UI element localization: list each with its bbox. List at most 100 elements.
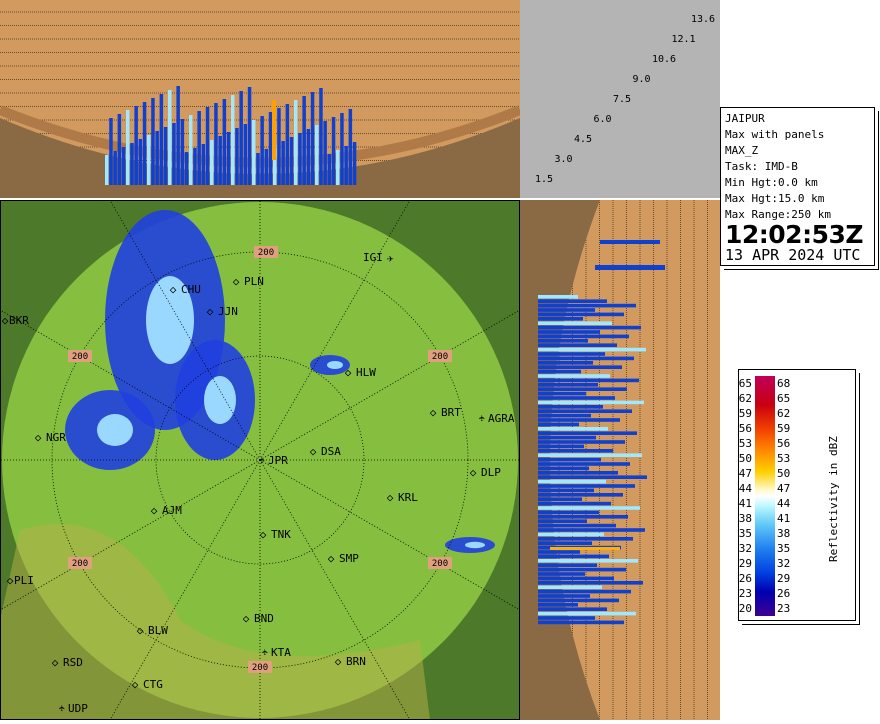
echo-column [315,125,319,185]
city-label[interactable]: UDP [68,702,88,715]
city-label[interactable]: SMP [339,552,359,565]
city-label[interactable]: BLW [148,624,168,637]
height-label: 13.6 [691,14,716,25]
product-code: MAX_Z [725,144,759,157]
legend-value-left: 44 [738,482,752,495]
echo-column [126,110,130,185]
echo-column [344,146,348,185]
echo-column [285,104,290,185]
city-label[interactable]: BKR [9,314,29,327]
echo-column [226,132,231,185]
range-label: 200 [258,248,274,258]
city-marker-icon: ◇ [207,305,214,318]
echo-row [538,603,578,607]
legend-value-right: 41 [777,512,791,525]
echo-row [538,400,644,405]
echo-column [205,107,210,185]
echo-row [538,431,637,435]
city-label[interactable]: DSA [321,445,341,458]
height-label: 4.5 [574,134,593,145]
city-label[interactable]: PLN [244,275,264,288]
legend-value-right: 26 [777,587,791,600]
echo-row [538,479,606,484]
city-label[interactable]: HLW [356,366,376,379]
city-label[interactable]: KTA [271,646,291,659]
echo-column [168,90,172,185]
echo-row [538,471,618,475]
city-label[interactable]: JPR [268,454,288,467]
echo-column [142,102,147,185]
echo-column [252,120,256,185]
city-label[interactable]: CHU [181,283,201,296]
precipitation-echo-core [204,376,236,424]
echo-column [222,99,227,185]
echo-row [538,312,624,317]
max-height: Max Hgt:15.0 km [725,192,825,205]
city-marker-icon: ◇ [151,504,158,517]
legend-value-left: 26 [738,572,752,585]
city-label[interactable]: BRT [441,406,461,419]
legend-value-left: 23 [738,587,752,600]
city-marker-icon: ◇ [387,491,394,504]
echo-column [210,140,214,185]
echo-row [538,528,645,532]
city-label[interactable]: PLI [14,574,34,587]
city-label[interactable]: AJM [162,504,182,517]
echo-column [109,118,113,185]
echo-row [538,567,626,572]
color-legend: 65 68 62 65 59 62 56 59 53 56 50 53 47 50 44 47 41 44 38 41… [738,369,856,621]
echo-row [538,295,578,299]
echo-column [105,155,109,185]
echo-column [281,141,285,185]
legend-value-left: 20 [738,602,752,615]
city-label[interactable]: BRN [346,655,366,668]
echo-column [197,111,201,185]
legend-value-left: 29 [738,557,752,570]
echo-row [538,427,608,431]
echo-row [538,541,592,545]
city-label[interactable]: DLP [481,466,501,479]
city-label[interactable]: NGR [46,431,66,444]
echo-row [538,466,589,471]
city-label[interactable]: RSD [63,656,83,669]
city-label[interactable]: TNK [271,528,291,541]
legend-value-right: 35 [777,542,791,555]
city-marker-icon: ◇ [233,275,240,288]
city-label[interactable]: CTG [143,678,163,691]
echo-column [340,113,344,185]
echo-row [538,550,580,554]
precipitation-echo-core [465,541,485,549]
legend-value-right: 68 [777,377,791,390]
legend-value-left: 59 [738,407,752,420]
echo-column [323,121,327,185]
city-marker-icon: ◇ [132,678,139,691]
echo-row [538,506,640,510]
echo-row [538,383,598,387]
legend-value-left: 38 [738,512,752,525]
echo-column [130,143,134,185]
echo-row [538,435,596,440]
echo-row [538,321,612,325]
city-label[interactable]: JJN [218,305,238,318]
echo-row [538,339,588,343]
echo-column [163,127,168,185]
north-south-cross-section-panel [0,0,522,198]
radar-ppi-map[interactable]: 200 200 200 200 200 200 IGI ✈ ◇ PLN ◇ CHU ◇ JJN ◇ BKR ◇ H… [0,200,520,720]
echo-row [538,554,609,559]
city-label[interactable]: BND [254,612,274,625]
legend-value-left: 32 [738,542,752,555]
echo-row [600,240,660,244]
legend-value-right: 32 [777,557,791,570]
height-scale-panel: 13.6 12.1 10.6 9.0 7.5 6.0 4.5 3.0 1.5 [520,0,720,198]
echo-row [538,475,647,479]
precipitation-echo-core [327,361,343,369]
echo-row [538,325,641,330]
city-label[interactable]: KRL [398,491,418,504]
echo-column [348,109,353,185]
legend-value-left: 53 [738,437,752,450]
city-marker-icon: ◇ [52,656,59,669]
city-label[interactable]: AGRA [488,412,515,425]
echo-row [538,572,585,576]
scan-time: 12:02:53Z [725,220,864,249]
legend-value-right: 62 [777,407,791,420]
